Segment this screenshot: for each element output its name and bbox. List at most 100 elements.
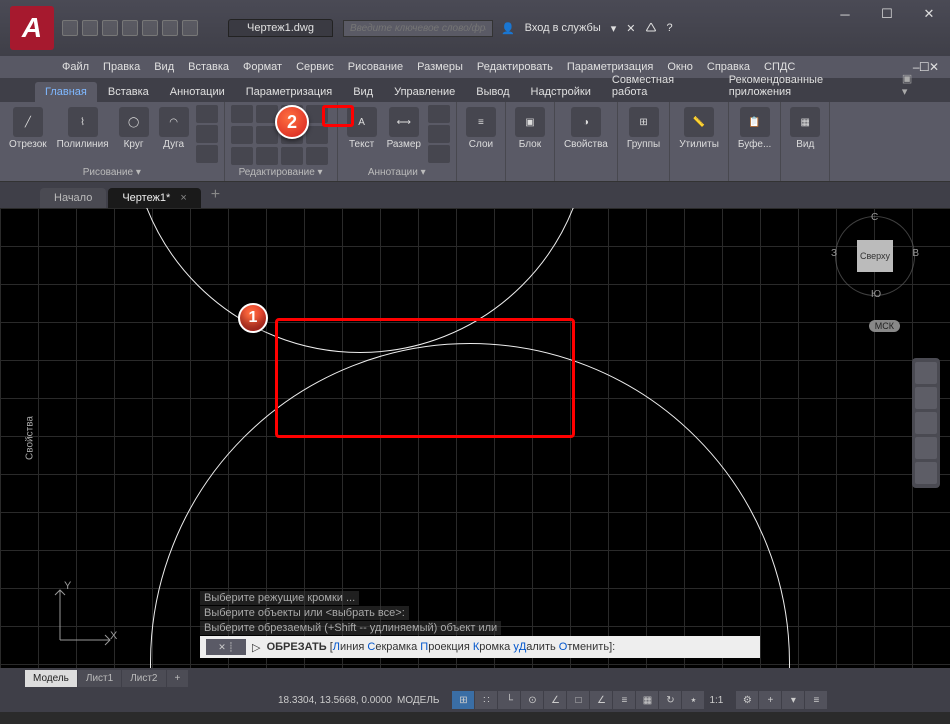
- annot-misc2[interactable]: [428, 125, 450, 143]
- tab-view[interactable]: Вид: [343, 82, 383, 102]
- menu-tools[interactable]: Сервис: [289, 61, 341, 73]
- tab-addins[interactable]: Надстройки: [521, 82, 601, 102]
- circle-button[interactable]: ◯Круг: [116, 105, 152, 152]
- customize-toggle[interactable]: ≡: [805, 691, 827, 709]
- qat-plot-icon[interactable]: [142, 20, 158, 36]
- tab-insert[interactable]: Вставка: [98, 82, 159, 102]
- offset-icon[interactable]: [306, 147, 328, 165]
- close-tab-icon[interactable]: ×: [180, 192, 186, 204]
- isodraft-toggle[interactable]: ∠: [544, 691, 566, 709]
- copy-icon[interactable]: [231, 126, 253, 144]
- qat-saveas-icon[interactable]: [122, 20, 138, 36]
- annot-misc3[interactable]: [428, 145, 450, 163]
- layers-button[interactable]: ≡Слои: [463, 105, 499, 152]
- groups-button[interactable]: ⊞Группы: [624, 105, 663, 152]
- menu-edit[interactable]: Правка: [96, 61, 147, 73]
- menu-format[interactable]: Формат: [236, 61, 289, 73]
- workspace-toggle[interactable]: ⚙: [736, 691, 758, 709]
- nav-pan-icon[interactable]: [915, 387, 937, 409]
- menu-draw[interactable]: Рисование: [341, 61, 410, 73]
- search-input[interactable]: [343, 20, 493, 37]
- stretch-icon[interactable]: [231, 147, 253, 165]
- tab-annotate[interactable]: Аннотации: [160, 82, 235, 102]
- drawing-canvas[interactable]: Свойства 1 Сверху С Ю В З МСК X Y Выбери…: [0, 208, 950, 668]
- move-icon[interactable]: [231, 105, 253, 123]
- layout-model[interactable]: Модель: [25, 670, 77, 687]
- minimize-button[interactable]: ─: [824, 0, 866, 28]
- command-handle-icon[interactable]: ✕ ┊: [206, 639, 246, 655]
- layout-add[interactable]: +: [167, 670, 189, 687]
- menu-file[interactable]: Файл: [55, 61, 96, 73]
- osnap-toggle[interactable]: □: [567, 691, 589, 709]
- maximize-button[interactable]: ☐: [866, 0, 908, 28]
- grid-toggle[interactable]: ⊞: [452, 691, 474, 709]
- drawing-tab-start[interactable]: Начало: [40, 188, 106, 208]
- help-icon[interactable]: ?: [666, 22, 672, 34]
- clipboard-button[interactable]: 📋Буфе...: [735, 105, 774, 152]
- menu-modify[interactable]: Редактировать: [470, 61, 560, 73]
- ribbon-collapse-icon[interactable]: ▣ ▾: [892, 68, 930, 102]
- exchange-icon[interactable]: ✕: [626, 22, 635, 35]
- menu-insert[interactable]: Вставка: [181, 61, 236, 73]
- annomonitor-toggle[interactable]: +: [759, 691, 781, 709]
- block-button[interactable]: ▣Блок: [512, 105, 548, 152]
- coordinates-display[interactable]: 18.3304, 13.5668, 0.0000: [278, 695, 392, 706]
- command-input[interactable]: ✕ ┊ ▷ ОБРЕЗАТЬ [ Линия Секрамка Проекция…: [200, 636, 760, 658]
- units-toggle[interactable]: ▾: [782, 691, 804, 709]
- view-button[interactable]: ▦Вид: [787, 105, 823, 152]
- annoscale-toggle[interactable]: ⭑: [682, 691, 704, 709]
- tab-featured[interactable]: Рекомендованные приложения: [719, 70, 891, 102]
- cmd-opt-line[interactable]: Линия: [333, 641, 365, 653]
- new-drawing-tab[interactable]: +: [203, 182, 228, 208]
- menu-dimension[interactable]: Размеры: [410, 61, 470, 73]
- login-icon[interactable]: 👤: [501, 22, 515, 35]
- layout-sheet1[interactable]: Лист1: [78, 670, 121, 687]
- cmd-opt-crossing[interactable]: Секрамка: [367, 641, 417, 653]
- ortho-toggle[interactable]: └: [498, 691, 520, 709]
- scale-icon[interactable]: [256, 147, 278, 165]
- polar-toggle[interactable]: ⊙: [521, 691, 543, 709]
- lineweight-toggle[interactable]: ≡: [613, 691, 635, 709]
- panel-draw-title[interactable]: Рисование ▾: [6, 167, 218, 181]
- login-button[interactable]: Вход в службы: [525, 22, 601, 34]
- panel-annotation-title[interactable]: Аннотации ▾: [344, 167, 450, 181]
- cmd-opt-erase[interactable]: уДалить: [513, 641, 555, 653]
- annot-misc1[interactable]: [428, 105, 450, 123]
- nav-zoom-icon[interactable]: [915, 412, 937, 434]
- cmd-opt-project[interactable]: Проекция: [420, 641, 469, 653]
- snap-toggle[interactable]: ∷: [475, 691, 497, 709]
- qat-save-icon[interactable]: [102, 20, 118, 36]
- panel-modify-title[interactable]: Редактирование ▾: [231, 167, 331, 181]
- nav-wheel-icon[interactable]: [915, 362, 937, 384]
- ucs-label[interactable]: МСК: [869, 320, 900, 332]
- properties-button[interactable]: ◑Свойства: [561, 105, 611, 152]
- array-icon[interactable]: [281, 147, 303, 165]
- document-tab[interactable]: Чертеж1.dwg: [228, 19, 333, 37]
- line-button[interactable]: ╱Отрезок: [6, 105, 50, 152]
- cmd-opt-edge[interactable]: Кромка: [473, 641, 510, 653]
- close-button[interactable]: ✕: [908, 0, 950, 28]
- qat-open-icon[interactable]: [82, 20, 98, 36]
- cycling-toggle[interactable]: ↻: [659, 691, 681, 709]
- model-space-toggle[interactable]: МОДЕЛЬ: [392, 695, 444, 706]
- tab-home[interactable]: Главная: [35, 82, 97, 102]
- menu-view[interactable]: Вид: [147, 61, 181, 73]
- properties-palette-tab[interactable]: Свойства: [24, 416, 35, 460]
- transparency-toggle[interactable]: ▦: [636, 691, 658, 709]
- layout-sheet2[interactable]: Лист2: [122, 670, 165, 687]
- draw-misc1[interactable]: [196, 105, 218, 123]
- tab-parametric[interactable]: Параметризация: [236, 82, 342, 102]
- arc-button[interactable]: ◠Дуга: [156, 105, 192, 152]
- nav-showmotion-icon[interactable]: [915, 462, 937, 484]
- annotation-scale[interactable]: 1:1: [704, 695, 728, 706]
- nav-orbit-icon[interactable]: [915, 437, 937, 459]
- explode-icon[interactable]: [306, 126, 328, 144]
- qat-new-icon[interactable]: [62, 20, 78, 36]
- qat-undo-icon[interactable]: [162, 20, 178, 36]
- viewcube-top-face[interactable]: Сверху: [857, 240, 893, 272]
- viewcube[interactable]: Сверху С Ю В З: [835, 216, 915, 296]
- tab-manage[interactable]: Управление: [384, 82, 465, 102]
- dimension-button[interactable]: ⟷Размер: [384, 105, 424, 152]
- polyline-button[interactable]: ⌇Полилиния: [54, 105, 112, 152]
- app-logo[interactable]: A: [10, 6, 54, 50]
